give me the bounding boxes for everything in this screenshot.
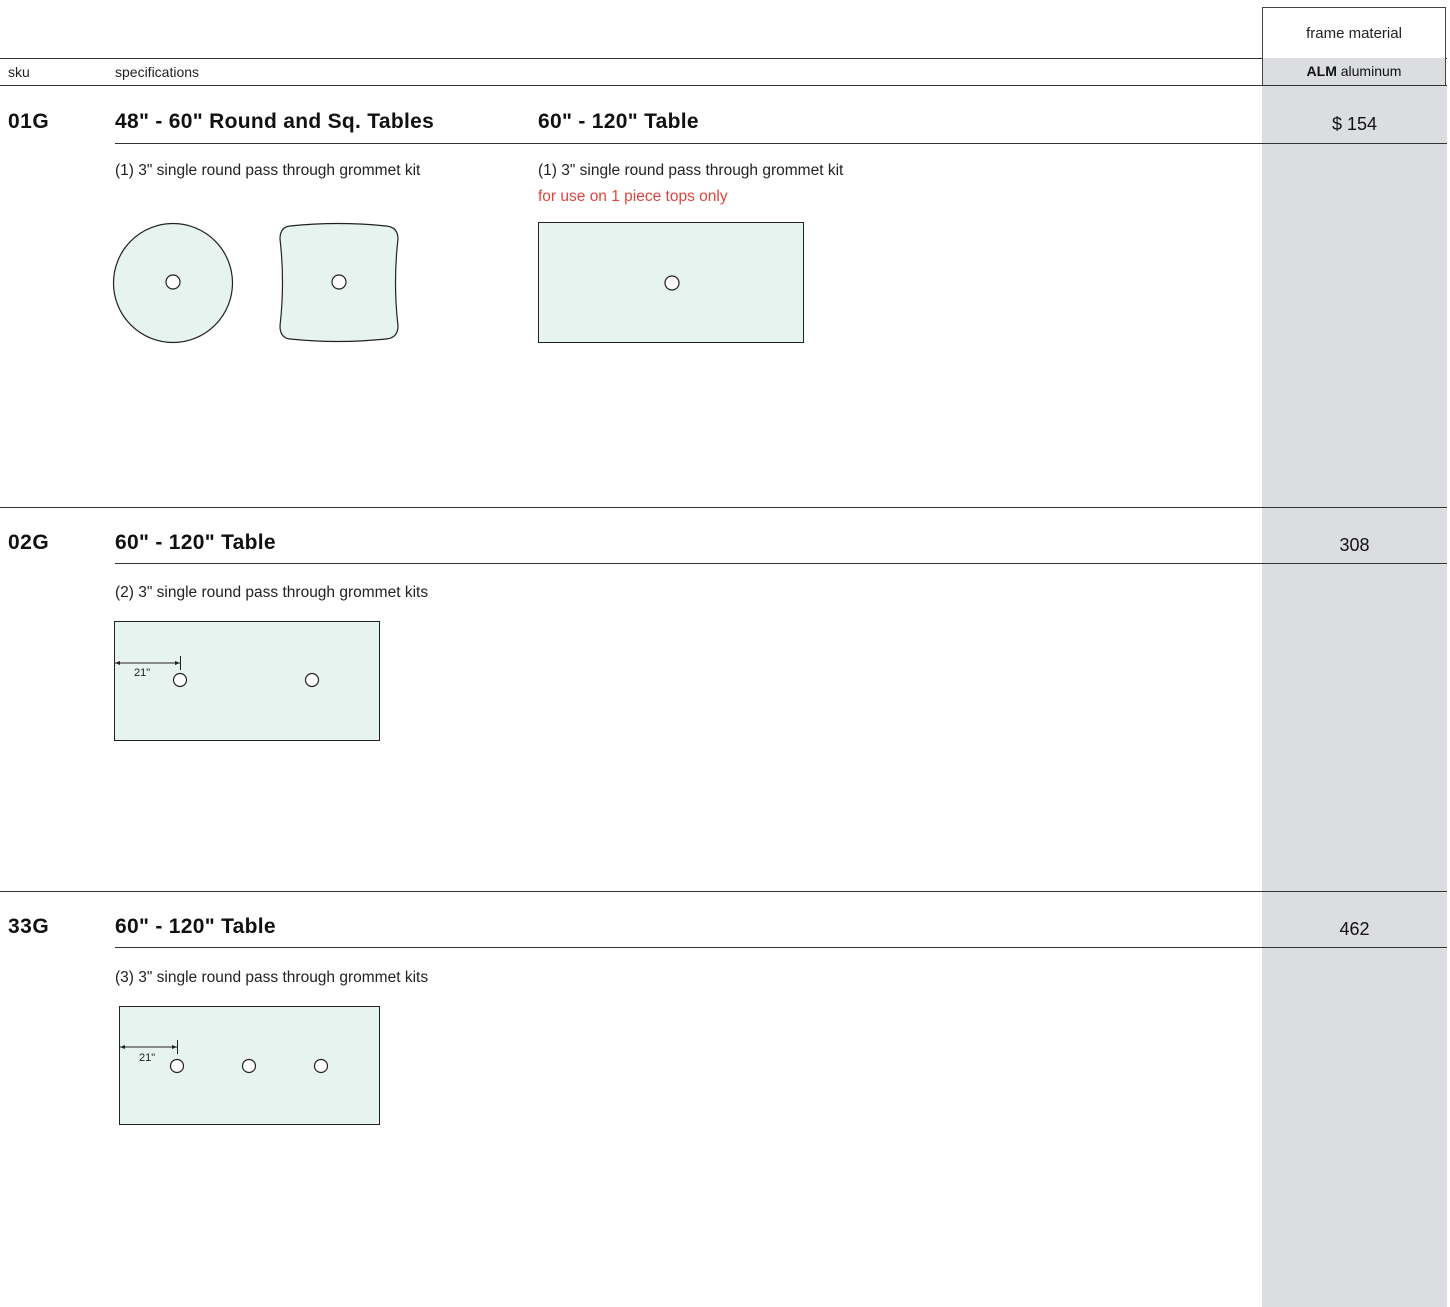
dimension-label: 21" (134, 667, 150, 679)
product-description: (1) 3" single round pass through grommet… (538, 162, 844, 179)
header-bottom-rule (0, 85, 1447, 86)
price: 308 (1339, 535, 1370, 555)
product-title: 60" - 120" Table (115, 915, 276, 938)
price: 462 (1339, 919, 1370, 939)
price: $ 154 (1331, 114, 1378, 134)
dimension-label: 21" (139, 1052, 155, 1064)
grommet-hole (165, 274, 181, 290)
grommet-hole (331, 274, 347, 290)
row-title-rule (115, 563, 1447, 564)
product-title: 60" - 120" Table (115, 531, 276, 554)
row-title-rule (115, 143, 1447, 144)
frame-material-header: frame material (1262, 7, 1446, 58)
sku-column-header: sku (8, 64, 30, 80)
sku-code: 33G (8, 915, 50, 938)
product-title: 60" - 120" Table (538, 110, 699, 133)
rectangular-tabletop (114, 621, 380, 741)
material-name: aluminum (1340, 63, 1402, 79)
grommet-hole (664, 275, 680, 291)
rectangular-table-diagram (538, 222, 804, 343)
material-code: ALM (1306, 63, 1337, 79)
grommet-hole (241, 1058, 257, 1074)
grommet-hole (304, 672, 320, 688)
row-separator (0, 891, 1447, 892)
product-description: (1) 3" single round pass through grommet… (115, 162, 421, 179)
product-description: (2) 3" single round pass through grommet… (115, 584, 429, 601)
sku-code: 02G (8, 531, 50, 554)
price-column-background (1262, 85, 1447, 1307)
usage-note: for use on 1 piece tops only (538, 188, 728, 205)
grommet-hole (172, 672, 188, 688)
square-table-diagram (279, 222, 399, 343)
product-title: 48" - 60" Round and Sq. Tables (115, 110, 435, 133)
round-table-diagram (112, 222, 234, 344)
row-separator (0, 507, 1447, 508)
header-top-rule (0, 58, 1447, 59)
material-cell: ALM aluminum (1262, 58, 1446, 85)
row-title-rule (115, 947, 1447, 948)
sku-code: 01G (8, 110, 50, 133)
product-description: (3) 3" single round pass through grommet… (115, 969, 429, 986)
grommet-hole (169, 1058, 185, 1074)
rectangular-table-diagram: 21" (119, 1006, 380, 1125)
frame-material-label: frame material (1306, 25, 1402, 42)
specifications-column-header: specifications (115, 64, 200, 80)
rectangular-table-diagram: 21" (114, 621, 380, 741)
grommet-hole (313, 1058, 329, 1074)
